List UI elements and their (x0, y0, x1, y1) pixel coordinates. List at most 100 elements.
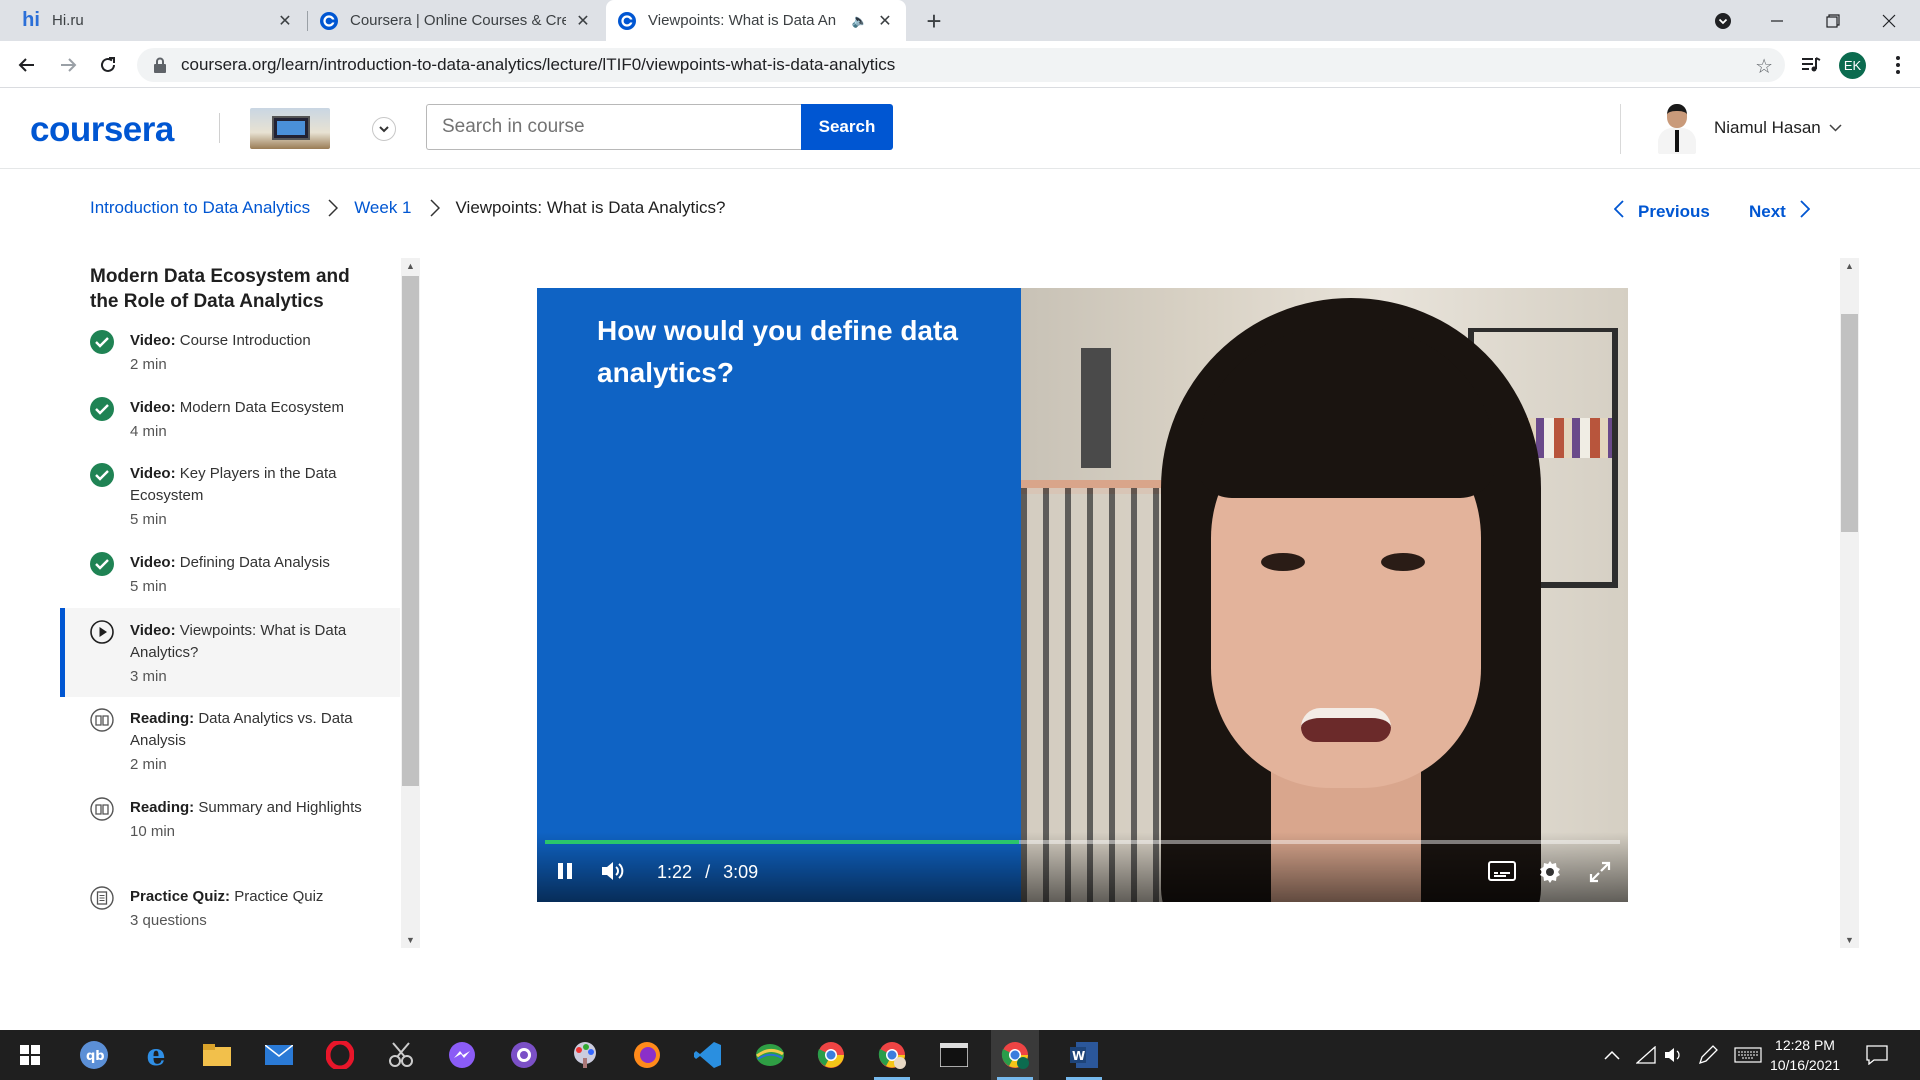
course-menu-chevron-icon[interactable] (372, 117, 396, 141)
close-tab-icon[interactable]: ✕ (876, 12, 894, 30)
scrollbar-thumb[interactable] (1841, 314, 1858, 532)
chevron-right-icon (328, 199, 339, 217)
reload-icon[interactable] (92, 49, 124, 81)
tab-coursera-home[interactable]: Coursera | Online Courses & Crec ✕ (308, 0, 604, 41)
close-tab-icon[interactable]: ✕ (574, 12, 592, 30)
volume-icon[interactable] (599, 859, 627, 883)
module-title: Modern Data Ecosystem and the Role of Da… (90, 266, 350, 312)
header-divider (1620, 104, 1621, 154)
captions-icon[interactable] (1487, 859, 1517, 883)
media-control-icon[interactable] (1798, 52, 1824, 78)
play-circle-icon (90, 620, 114, 644)
item-duration: 3 questions (130, 912, 207, 929)
file-explorer-icon[interactable] (193, 1030, 241, 1080)
tab-title: Viewpoints: What is Data An (648, 12, 837, 29)
vscode-icon[interactable] (684, 1030, 732, 1080)
completed-check-icon (90, 463, 114, 487)
restore-icon[interactable] (1810, 0, 1856, 41)
word-icon[interactable]: W (1060, 1030, 1108, 1080)
scroll-up-arrow-icon[interactable]: ▲ (401, 258, 420, 274)
close-window-icon[interactable] (1866, 0, 1912, 41)
search-button[interactable]: Search (801, 104, 893, 150)
lock-icon[interactable] (153, 57, 167, 73)
clock-date: 10/16/2021 (1769, 1057, 1841, 1073)
qbittorrent-icon[interactable]: qb (70, 1030, 118, 1080)
coursera-logo[interactable]: coursera (30, 110, 174, 150)
item-kind: Video: (130, 622, 176, 639)
course-thumbnail[interactable] (250, 108, 330, 149)
item-kind: Video: (130, 399, 176, 416)
mail-icon[interactable] (255, 1030, 303, 1080)
tab-hi-ru[interactable]: hi Hi.ru ✕ (10, 0, 306, 41)
browser-profile-avatar[interactable]: EK (1839, 52, 1866, 79)
course-search: Search (426, 104, 893, 150)
browser-menu-icon[interactable] (1885, 52, 1911, 78)
user-name: Niamul Hasan (1714, 118, 1821, 137)
scroll-down-arrow-icon[interactable]: ▼ (1840, 932, 1859, 948)
clock-time: 12:28 PM (1775, 1037, 1835, 1053)
globe-app-icon[interactable] (746, 1030, 794, 1080)
breadcrumb-current: Viewpoints: What is Data Analytics? (455, 198, 726, 217)
main-scrollbar[interactable]: ▲ ▼ (1840, 258, 1859, 948)
fullscreen-icon[interactable] (1587, 859, 1613, 885)
chevron-down-icon (1829, 121, 1842, 135)
sidebar-item-key-players[interactable]: Video: Key Players in the Data Ecosystem… (60, 463, 400, 531)
chrome-active-icon[interactable] (991, 1030, 1039, 1080)
speaker-icon[interactable] (1664, 1030, 1684, 1080)
keyboard-icon[interactable] (1734, 1030, 1762, 1080)
sidebar-item-modern-data-ecosystem[interactable]: Video: Modern Data Ecosystem 4 min (60, 397, 400, 443)
new-tab-plus-icon[interactable]: + (920, 6, 948, 36)
sidebar-item-analytics-vs-analysis[interactable]: Reading: Data Analytics vs. Data Analysi… (60, 708, 400, 776)
breadcrumb-week-link[interactable]: Week 1 (354, 198, 411, 218)
github-desktop-icon[interactable] (500, 1030, 548, 1080)
previous-button[interactable]: Previous (1613, 200, 1710, 224)
bookmark-star-icon[interactable]: ☆ (1755, 54, 1773, 79)
windows-taskbar: qb e W 12:28 PM 10/16/2021 (0, 1030, 1920, 1080)
breadcrumb-course-link[interactable]: Introduction to Data Analytics (90, 198, 310, 218)
terminal-icon[interactable] (930, 1030, 978, 1080)
close-tab-icon[interactable]: ✕ (276, 12, 294, 30)
sidebar-item-practice-quiz[interactable]: Practice Quiz: Practice Quiz 3 questions (60, 886, 400, 932)
completed-check-icon (90, 397, 114, 421)
pause-icon[interactable] (555, 859, 575, 883)
scroll-down-arrow-icon[interactable]: ▼ (401, 932, 420, 948)
chrome-profile-icon[interactable] (868, 1030, 916, 1080)
sidebar-scrollbar[interactable]: ▲ ▼ (401, 258, 420, 948)
firefox-icon[interactable] (623, 1030, 671, 1080)
sidebar-item-summary-highlights[interactable]: Reading: Summary and Highlights 10 min (60, 797, 400, 843)
tab-search-icon[interactable] (1700, 0, 1746, 41)
tab-viewpoints[interactable]: Viewpoints: What is Data An 🔈 ✕ (606, 0, 906, 41)
video-progress-bar[interactable] (545, 840, 1620, 844)
edge-icon[interactable]: e (132, 1030, 180, 1080)
address-bar[interactable]: coursera.org/learn/introduction-to-data-… (137, 48, 1785, 82)
snipping-tool-icon[interactable] (377, 1030, 425, 1080)
browser-toolbar: coursera.org/learn/introduction-to-data-… (0, 41, 1920, 88)
pen-icon[interactable] (1698, 1030, 1718, 1080)
chrome-icon[interactable] (807, 1030, 855, 1080)
notifications-icon[interactable] (1866, 1030, 1888, 1080)
video-controls: 1:22 / 3:09 (537, 832, 1628, 902)
item-kind: Video: (130, 332, 176, 349)
user-menu[interactable]: Niamul Hasan (1654, 102, 1842, 154)
sidebar-item-defining-data-analysis[interactable]: Video: Defining Data Analysis 5 min (60, 552, 400, 598)
search-input[interactable] (426, 104, 801, 150)
taskbar-clock[interactable]: 12:28 PM 10/16/2021 (1760, 1035, 1850, 1075)
settings-gear-icon[interactable] (1537, 859, 1563, 885)
minimize-icon[interactable] (1754, 0, 1800, 41)
video-player[interactable]: How would you define data analytics? 1:2… (537, 288, 1628, 902)
windows-start-icon[interactable] (6, 1030, 54, 1080)
reading-book-icon (90, 797, 114, 821)
sidebar-item-course-introduction[interactable]: Video: Course Introduction 2 min (60, 330, 400, 376)
scroll-up-arrow-icon[interactable]: ▲ (1840, 258, 1859, 274)
sidebar-item-viewpoints[interactable]: Video: Viewpoints: What is Data Analytic… (60, 608, 400, 697)
tab-audio-icon[interactable]: 🔈 (852, 13, 868, 29)
back-arrow-icon[interactable] (11, 49, 43, 81)
paint-palette-icon[interactable] (561, 1030, 609, 1080)
tray-chevron-up-icon[interactable] (1604, 1030, 1620, 1080)
messenger-icon[interactable] (438, 1030, 486, 1080)
network-icon[interactable] (1636, 1030, 1656, 1080)
forward-arrow-icon[interactable] (52, 49, 84, 81)
next-button[interactable]: Next (1749, 200, 1811, 224)
opera-icon[interactable] (316, 1030, 364, 1080)
scrollbar-thumb[interactable] (402, 276, 419, 786)
